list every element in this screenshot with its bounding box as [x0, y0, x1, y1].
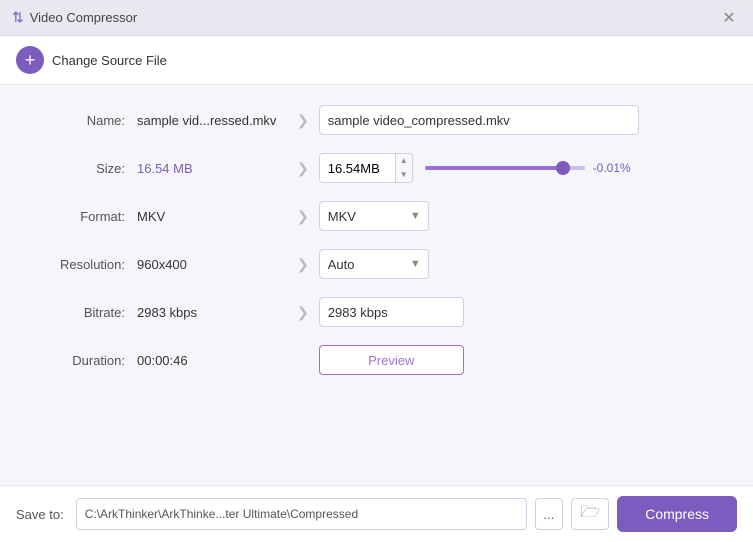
size-output-input[interactable] — [320, 154, 395, 182]
footer: Save to: ... 🗁 Compress — [0, 485, 753, 542]
size-row: Size: 16.54 MB ❯ ▲ ▼ -0.01% — [40, 153, 713, 183]
app-title: Video Compressor — [30, 10, 137, 25]
size-spin-buttons: ▲ ▼ — [395, 154, 412, 182]
app-icon: ⇅ — [12, 9, 24, 26]
resolution-select[interactable]: Auto 1920x1080 1280x720 960x400 640x360 — [319, 249, 429, 279]
format-select[interactable]: MKV MP4 AVI MOV WMV — [319, 201, 429, 231]
duration-label: Duration: — [40, 353, 125, 368]
resolution-arrow-icon: ❯ — [297, 256, 309, 273]
close-button[interactable]: ✕ — [717, 6, 741, 30]
save-to-label: Save to: — [16, 507, 64, 522]
toolbar: + Change Source File — [0, 36, 753, 85]
preview-button[interactable]: Preview — [319, 345, 464, 375]
bitrate-row: Bitrate: 2983 kbps ❯ — [40, 297, 713, 327]
size-input-wrap: ▲ ▼ — [319, 153, 413, 183]
format-arrow-icon: ❯ — [297, 208, 309, 225]
duration-source-value: 00:00:46 — [137, 353, 287, 368]
resolution-label: Resolution: — [40, 257, 125, 272]
bitrate-label: Bitrate: — [40, 305, 125, 320]
size-label: Size: — [40, 161, 125, 176]
slider-wrap: -0.01% — [425, 161, 713, 175]
name-source-value: sample vid...ressed.mkv — [137, 113, 287, 128]
resolution-select-wrap: Auto 1920x1080 1280x720 960x400 640x360 … — [319, 249, 429, 279]
save-path-input[interactable] — [76, 498, 527, 530]
name-label: Name: — [40, 113, 125, 128]
size-slider[interactable] — [425, 166, 585, 170]
bitrate-arrow-icon: ❯ — [297, 304, 309, 321]
size-source-value: 16.54 MB — [137, 161, 287, 176]
resolution-row: Resolution: 960x400 ❯ Auto 1920x1080 128… — [40, 249, 713, 279]
bitrate-source-value: 2983 kbps — [137, 305, 287, 320]
name-output-input[interactable] — [319, 105, 639, 135]
folder-button[interactable]: 🗁 — [571, 498, 609, 530]
change-source-button[interactable]: + Change Source File — [16, 46, 167, 74]
size-spin-down[interactable]: ▼ — [396, 168, 412, 182]
format-source-value: MKV — [137, 209, 287, 224]
bitrate-output-input[interactable] — [319, 297, 464, 327]
title-bar: ⇅ Video Compressor ✕ — [0, 0, 753, 36]
size-spin-up[interactable]: ▲ — [396, 154, 412, 168]
format-select-wrap: MKV MP4 AVI MOV WMV ▼ — [319, 201, 429, 231]
percent-label: -0.01% — [593, 161, 633, 175]
size-arrow-icon: ❯ — [297, 160, 309, 177]
folder-icon: 🗁 — [580, 501, 600, 528]
resolution-source-value: 960x400 — [137, 257, 287, 272]
format-label: Format: — [40, 209, 125, 224]
format-row: Format: MKV ❯ MKV MP4 AVI MOV WMV ▼ — [40, 201, 713, 231]
name-row: Name: sample vid...ressed.mkv ❯ — [40, 105, 713, 135]
add-icon: + — [16, 46, 44, 74]
duration-row: Duration: 00:00:46 ❯ Preview — [40, 345, 713, 375]
change-source-label: Change Source File — [52, 53, 167, 68]
dots-button[interactable]: ... — [535, 498, 564, 530]
compress-button[interactable]: Compress — [617, 496, 737, 532]
main-content: Name: sample vid...ressed.mkv ❯ Size: 16… — [0, 85, 753, 485]
name-arrow-icon: ❯ — [297, 112, 309, 129]
video-compressor-window: ⇅ Video Compressor ✕ + Change Source Fil… — [0, 0, 753, 542]
title-bar-left: ⇅ Video Compressor — [12, 9, 137, 26]
